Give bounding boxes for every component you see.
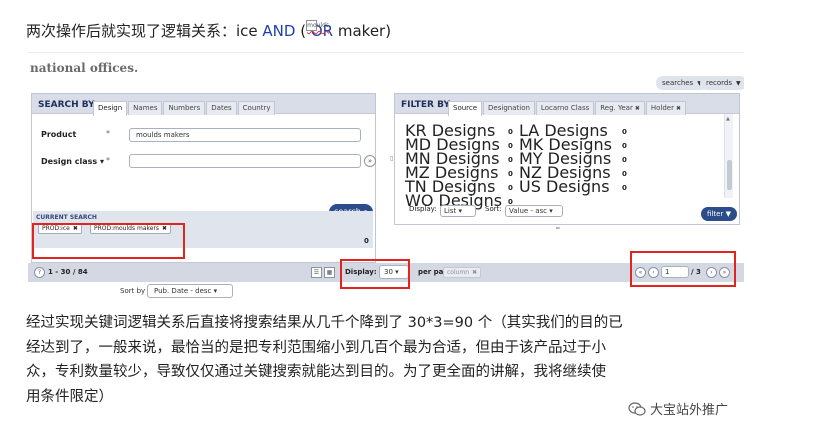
sort-by-label: Sort by [120, 287, 146, 295]
current-search-title: CURRENT SEARCH [36, 214, 97, 221]
funnel-icon: ▼ [725, 210, 731, 218]
paragraph-line: 众，专利数量较少，导致仅仅通过关键搜索就能达到目的。为了更全面的讲解，我将继续使 [26, 364, 606, 380]
filter-count: 0 [622, 142, 627, 150]
help-icon[interactable]: ? [34, 267, 45, 278]
filter-count: 0 [508, 170, 513, 178]
filter-count: 0 [508, 184, 513, 192]
asterisk-icon: * [106, 156, 110, 165]
collapse-handle-icon[interactable]: ▯ [390, 155, 393, 162]
tab-locarno-class[interactable]: Locarno Class [535, 101, 595, 115]
product-input[interactable]: moulds makers [129, 128, 361, 142]
sort-by-select[interactable]: Pub. Date - desc ▾ [147, 284, 233, 298]
tab-numbers[interactable]: Numbers [163, 101, 206, 115]
heading-moulds: moulds [306, 20, 330, 31]
tab-source[interactable]: Source [448, 101, 483, 116]
sort-label: Sort: [485, 205, 502, 213]
close-icon[interactable]: ✖ [635, 105, 640, 112]
paragraph-line: 经过实现关键词逻辑关系后直接将搜索结果从几千个降到了 30*3=90 个（其实我… [26, 315, 623, 331]
records-label: records [706, 79, 733, 87]
filter-count: 0 [622, 128, 627, 136]
tab-country[interactable]: Country [237, 101, 276, 115]
filter-panel: FILTER BY Source Designation Locarno Cla… [394, 93, 740, 225]
resize-handle-icon[interactable]: ═ [556, 225, 560, 232]
heading-and: AND [262, 22, 296, 40]
heading-prefix: 两次操作后就实现了逻辑关系：ice [26, 22, 263, 40]
design-class-input[interactable] [129, 154, 361, 168]
result-count: 0 [364, 237, 369, 245]
filter-button-label: filter [707, 210, 724, 218]
filter-count: 0 [508, 142, 513, 150]
search-tabs: Design Names Numbers Dates Country [93, 101, 276, 116]
tab-designation[interactable]: Designation [483, 101, 535, 115]
heading-open: ( [295, 22, 307, 40]
close-icon: ✖ [472, 269, 478, 276]
search-panel-title: SEARCH BY [38, 100, 95, 110]
filter-tabs: Source Designation Locarno Class Reg. Ye… [448, 101, 687, 116]
filter-button[interactable]: filter ▼ [701, 207, 737, 221]
wechat-icon [628, 402, 646, 416]
chevron-down-icon: ▼ [736, 80, 741, 87]
watermark-text: 大宝站外推广 [650, 403, 729, 418]
body-paragraph: 经过实现关键词逻辑关系后直接将搜索结果从几千个降到了 30*3=90 个（其实我… [26, 311, 766, 409]
sort-select[interactable]: Value - asc ▾ [505, 205, 563, 217]
highlight-pagination [630, 251, 736, 287]
design-class-label: Design class ▾ [41, 157, 104, 166]
watermark: 大宝站外推广 [628, 399, 728, 418]
filter-count: 0 [622, 170, 627, 178]
filter-panel-header: FILTER BY Source Designation Locarno Cla… [395, 94, 739, 116]
filter-scrollbar[interactable]: ▲ [724, 114, 733, 198]
filter-count: 0 [508, 156, 513, 164]
list-view-icon[interactable]: ☰ [311, 267, 322, 278]
brand-text: national offices. [30, 61, 139, 75]
scroll-thumb[interactable] [727, 160, 732, 190]
tab-dates[interactable]: Dates [206, 101, 237, 115]
tab-reg-year[interactable]: Reg. Year ✖ [595, 101, 645, 115]
filter-count: 0 [622, 156, 627, 164]
grid-view-icon[interactable]: ▦ [324, 267, 335, 278]
tab-design[interactable]: Design [93, 101, 128, 116]
display-select[interactable]: List ▾ [440, 205, 476, 217]
filter-count: 0 [622, 184, 627, 192]
records-select[interactable]: records ▼ [700, 76, 744, 90]
filter-count: 0 [508, 128, 513, 136]
searches-label: searches [662, 79, 694, 87]
product-label: Product [41, 130, 77, 139]
search-panel-header: SEARCH BY Design Names Numbers Dates Cou… [32, 94, 375, 116]
filter-item[interactable]: US Designs [519, 179, 610, 195]
paragraph-line: 经达到了，一般来说，最恰当的是把专利范围缩小到几百个最为合适，但由于该产品过于小 [26, 339, 606, 356]
tab-holder[interactable]: Holder ✖ [645, 101, 687, 115]
page-heading: 两次操作后就实现了逻辑关系：ice AND (moulds OR maker) [26, 20, 391, 41]
close-icon[interactable]: ✖ [676, 105, 681, 112]
embedded-screenshot: national offices. searches▼ records▼ SEA… [28, 52, 744, 299]
heading-rest: maker) [333, 22, 392, 40]
filter-panel-title: FILTER BY [401, 100, 450, 110]
column-chip[interactable]: column ✖ [443, 267, 482, 278]
asterisk-icon: * [106, 129, 110, 138]
scroll-up-icon[interactable]: ▲ [726, 116, 730, 122]
results-range: 1 - 30 / 84 [48, 268, 88, 276]
highlight-display [340, 259, 410, 289]
highlight-current-search [32, 223, 185, 259]
display-label: Display: [409, 205, 437, 213]
help-icon[interactable]: » [364, 155, 376, 167]
tab-names[interactable]: Names [128, 101, 163, 115]
